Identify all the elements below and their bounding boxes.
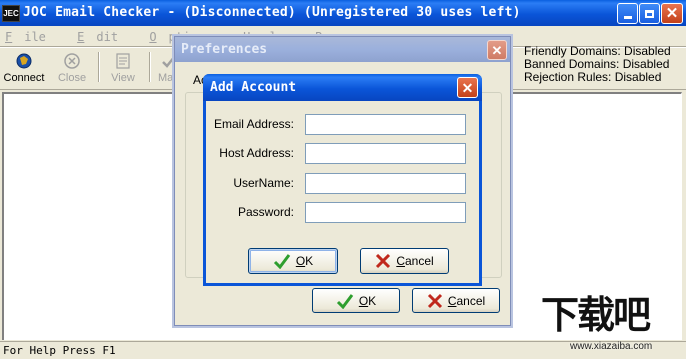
add-account-ok-label: OK xyxy=(295,254,314,268)
menu-file[interactable]: File xyxy=(5,30,58,44)
maximize-button[interactable] xyxy=(639,3,660,24)
password-field[interactable] xyxy=(305,202,466,223)
email-field[interactable] xyxy=(305,114,466,135)
add-account-close-button[interactable]: ✕ xyxy=(457,77,478,98)
preferences-ok-label: OK xyxy=(358,293,377,308)
close-icon: ✕ xyxy=(665,5,679,22)
close-icon: ✕ xyxy=(491,42,503,58)
view-label: View xyxy=(111,72,135,84)
host-label: Host Address: xyxy=(219,146,294,160)
password-label: Password: xyxy=(237,205,294,219)
disconnect-icon xyxy=(64,53,80,69)
add-account-ok-button[interactable]: OK xyxy=(248,248,338,274)
cancel-x-icon xyxy=(376,253,391,269)
maximize-icon xyxy=(645,9,654,18)
mark-label-partial: Ma xyxy=(158,72,174,84)
watermark-url: www.xiazaiba.com xyxy=(570,341,653,352)
rejection-rules-status: Rejection Rules: Disabled xyxy=(524,70,662,84)
close-icon: ✕ xyxy=(461,79,474,96)
close-button[interactable]: ✕ xyxy=(661,3,683,24)
mark-button-partial[interactable]: Ma xyxy=(152,48,176,86)
status-panel: Friendly Domains: Disabled Banned Domain… xyxy=(524,45,684,84)
add-account-title: Add Account xyxy=(210,80,297,95)
ok-check-icon xyxy=(273,254,291,269)
add-account-dialog: Add Account ✕ Email Address: Host Addres… xyxy=(203,74,482,286)
add-account-cancel-label: Cancel xyxy=(396,254,434,268)
preferences-cancel-button[interactable]: Cancel xyxy=(412,288,500,313)
minimize-icon xyxy=(623,16,632,19)
menu-edit[interactable]: Edit xyxy=(77,30,130,44)
app-icon-text: JEC xyxy=(3,9,19,18)
host-field[interactable] xyxy=(305,143,466,164)
close-tool-button[interactable]: Close xyxy=(50,48,94,86)
status-bar-text: For Help Press F1 xyxy=(3,344,116,357)
window-title: JOC Email Checker - (Disconnected) (Unre… xyxy=(23,5,521,20)
view-icon xyxy=(116,53,130,69)
preferences-cancel-label: Cancel xyxy=(447,293,486,308)
view-button[interactable]: View xyxy=(101,48,145,86)
username-field[interactable] xyxy=(305,173,466,194)
connect-label: Connect xyxy=(3,72,45,84)
cancel-x-icon xyxy=(427,293,442,308)
toolbar-divider-2 xyxy=(149,52,151,82)
close-tool-label: Close xyxy=(57,72,87,84)
watermark-text: 下载吧 xyxy=(541,293,651,337)
preferences-close-button[interactable]: ✕ xyxy=(487,40,507,60)
ok-check-icon xyxy=(336,293,354,309)
preferences-ok-button[interactable]: OK xyxy=(312,288,400,313)
toolbar-divider xyxy=(98,52,100,82)
username-label: UserName: xyxy=(233,176,294,190)
preferences-title: Preferences xyxy=(181,42,268,57)
connect-button[interactable]: Connect xyxy=(2,48,46,86)
email-label: Email Address: xyxy=(213,117,294,131)
watermark-logo: 下载吧 www.xiazaiba.com xyxy=(541,293,681,352)
app-icon: JEC xyxy=(2,5,20,22)
connect-icon xyxy=(16,53,32,69)
add-account-cancel-button[interactable]: Cancel xyxy=(360,248,449,274)
minimize-button[interactable] xyxy=(617,3,638,24)
